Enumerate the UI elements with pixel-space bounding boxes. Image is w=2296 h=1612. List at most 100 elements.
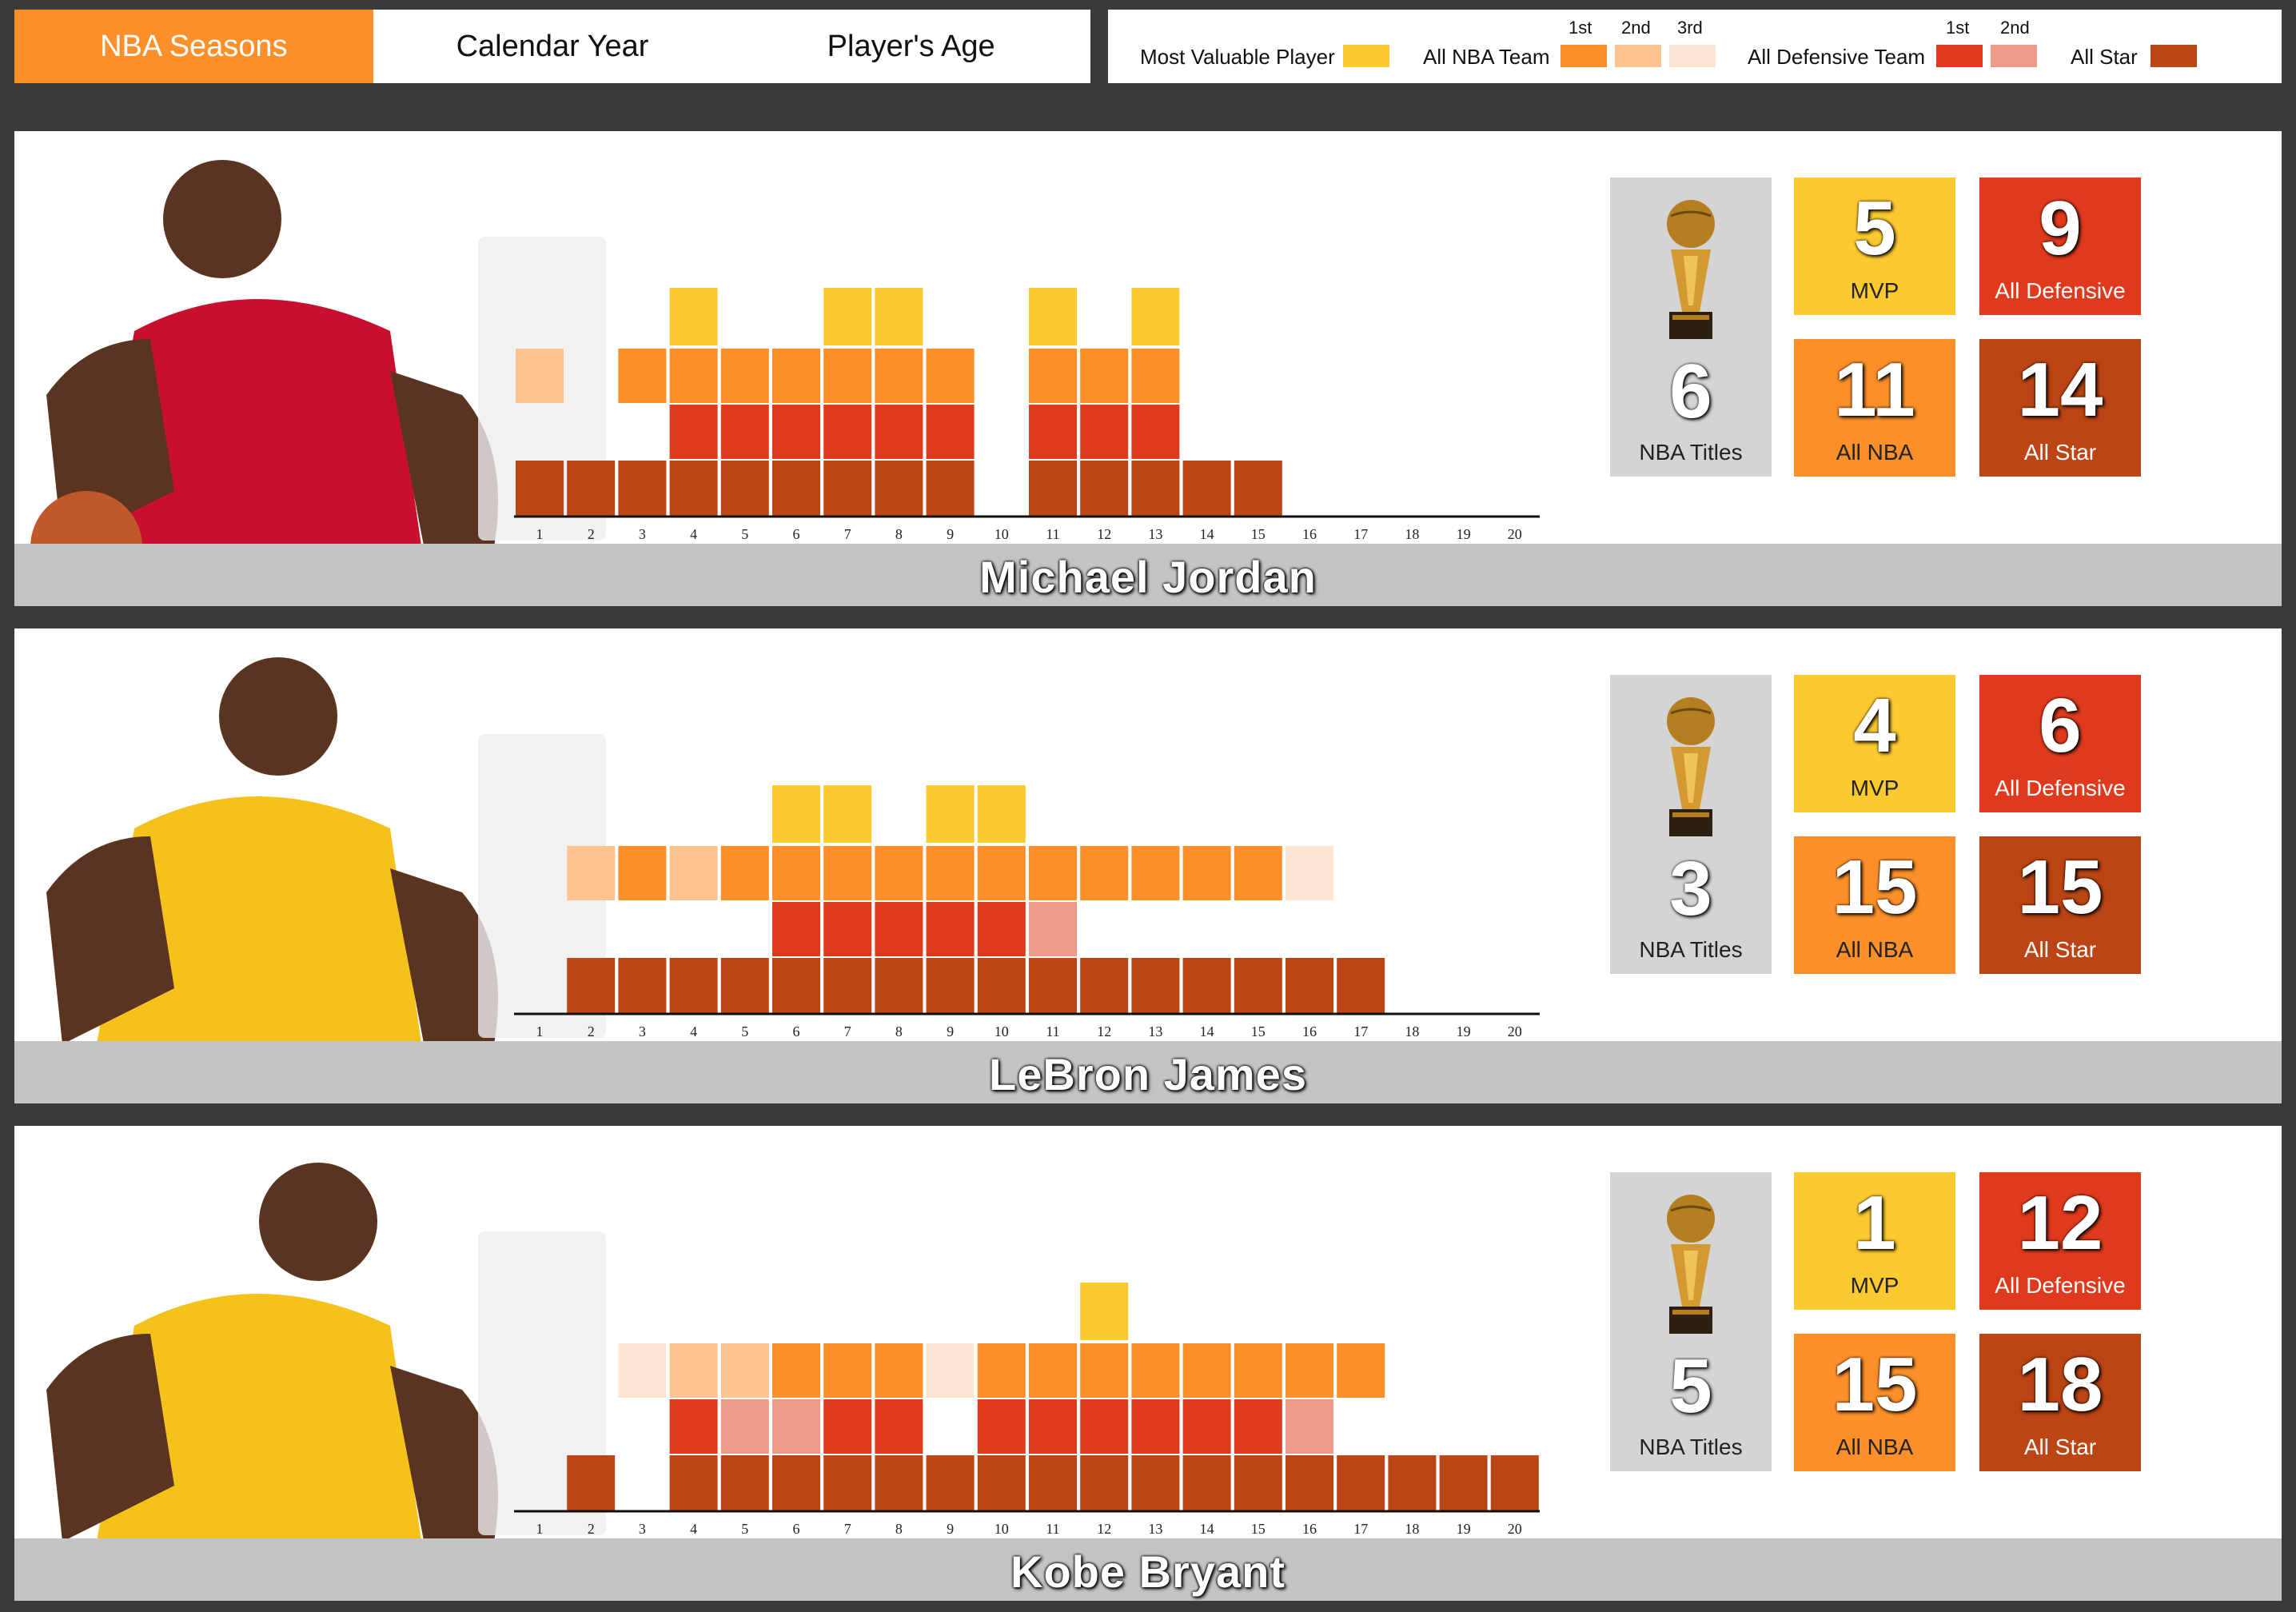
allstar-cell-season-14 bbox=[1182, 958, 1231, 1014]
all-nba-1st-cell-season-13 bbox=[1131, 349, 1180, 403]
all-defensive-1st-cell-season-7 bbox=[823, 405, 872, 459]
legend-allnba-2nd-swatch bbox=[1615, 45, 1661, 67]
allstar-cell-season-18 bbox=[1388, 1455, 1437, 1511]
all-nba-1st-cell-season-9 bbox=[926, 846, 975, 900]
season-tick-label: 12 bbox=[1097, 1521, 1111, 1537]
mvp-cell-season-7 bbox=[823, 288, 872, 345]
all-defensive-1st-cell-season-15 bbox=[1234, 1399, 1282, 1454]
all-defensive-1st-cell-season-13 bbox=[1131, 405, 1180, 459]
nba-titles-stat: 6 NBA Titles bbox=[1610, 178, 1772, 477]
all-star-stat-value: 15 bbox=[2017, 844, 2103, 930]
trophy-icon bbox=[1667, 697, 1715, 836]
allstar-cell-season-17 bbox=[1337, 958, 1385, 1014]
legend-allnba-1st: 1st bbox=[1569, 18, 1592, 38]
all-star-stat: 14 All Star bbox=[1979, 339, 2141, 477]
all-defensive-1st-cell-season-13 bbox=[1131, 1399, 1180, 1454]
all-defensive-stat-label: All Defensive bbox=[1995, 1273, 2126, 1298]
tab-players-age[interactable]: Player's Age bbox=[731, 10, 1090, 83]
mvp-stat-value: 1 bbox=[1853, 1180, 1896, 1266]
season-tick-label: 11 bbox=[1046, 526, 1059, 542]
legend-alldef-label: All Defensive Team bbox=[1748, 45, 1926, 69]
all-nba-1st-cell-season-5 bbox=[720, 846, 769, 900]
all-nba-1st-cell-season-12 bbox=[1080, 846, 1129, 900]
allstar-cell-season-12 bbox=[1080, 958, 1129, 1014]
season-tick-label: 12 bbox=[1097, 526, 1111, 542]
season-tick-label: 15 bbox=[1251, 1023, 1266, 1039]
season-tick-label: 7 bbox=[844, 1521, 851, 1537]
mvp-stat-label: MVP bbox=[1850, 776, 1899, 800]
all-defensive-1st-cell-season-9 bbox=[926, 902, 975, 956]
season-tick-label: 16 bbox=[1302, 1521, 1317, 1537]
season-tick-label: 9 bbox=[947, 526, 954, 542]
player-panel-lebron-james: 1 2 3 4 5 6 7 8 9 10 11 12 13 14 15 16 17 18 19 20 3 NBA Titl… bbox=[14, 628, 2282, 1103]
season-tick-label: 5 bbox=[741, 1521, 748, 1537]
season-tick-label: 1 bbox=[536, 1521, 544, 1537]
allstar-cell-season-15 bbox=[1234, 958, 1282, 1014]
allstar-cell-season-4 bbox=[669, 958, 718, 1014]
all-nba-1st-cell-season-15 bbox=[1234, 1343, 1282, 1398]
all-defensive-2nd-cell-season-11 bbox=[1029, 902, 1077, 956]
all-nba-1st-cell-season-8 bbox=[875, 1343, 923, 1398]
season-tick-label: 4 bbox=[690, 526, 697, 542]
tab-calendar-year[interactable]: Calendar Year bbox=[373, 10, 732, 83]
all-defensive-1st-cell-season-5 bbox=[720, 405, 769, 459]
allstar-cell-season-7 bbox=[823, 1455, 872, 1511]
mvp-stat: 1 MVP bbox=[1794, 1172, 1955, 1310]
all-defensive-1st-cell-season-9 bbox=[926, 405, 975, 459]
all-defensive-1st-cell-season-8 bbox=[875, 1399, 923, 1454]
all-nba-3rd-cell-season-16 bbox=[1286, 846, 1333, 900]
season-tick-label: 17 bbox=[1353, 1023, 1368, 1039]
trophy-icon bbox=[1667, 200, 1715, 339]
allstar-cell-season-9 bbox=[926, 1455, 975, 1511]
legend-alldef-2nd: 2nd bbox=[2000, 18, 2030, 38]
legend-mvp-swatch bbox=[1343, 45, 1389, 67]
season-tick-label: 3 bbox=[639, 526, 646, 542]
all-defensive-stat-label: All Defensive bbox=[1995, 776, 2126, 800]
season-tick-label: 6 bbox=[793, 1521, 800, 1537]
season-tick-label: 18 bbox=[1405, 526, 1419, 542]
allstar-cell-season-8 bbox=[875, 1455, 923, 1511]
mvp-cell-season-7 bbox=[823, 785, 872, 843]
mvp-cell-season-11 bbox=[1029, 288, 1077, 345]
season-tick-label: 1 bbox=[536, 526, 544, 542]
season-tick-label: 2 bbox=[588, 526, 595, 542]
season-tick-label: 13 bbox=[1148, 526, 1162, 542]
mvp-cell-season-9 bbox=[926, 785, 975, 843]
all-nba-2nd-cell-season-1 bbox=[516, 349, 564, 403]
all-defensive-stat: 9 All Defensive bbox=[1979, 178, 2141, 315]
allstar-cell-season-9 bbox=[926, 461, 975, 517]
season-awards-chart: 1 2 3 4 5 6 7 8 9 10 11 12 13 14 15 16 17 18 19 20 bbox=[509, 1283, 1540, 1601]
tab-nba-seasons[interactable]: NBA Seasons bbox=[14, 10, 373, 83]
all-nba-stat-label: All NBA bbox=[1836, 937, 1914, 962]
view-tabs: NBA Seasons Calendar Year Player's Age bbox=[14, 10, 1090, 83]
allstar-cell-season-20 bbox=[1490, 1455, 1539, 1511]
all-defensive-stat: 12 All Defensive bbox=[1979, 1172, 2141, 1310]
season-tick-label: 8 bbox=[895, 1521, 903, 1537]
season-tick-label: 18 bbox=[1405, 1521, 1419, 1537]
allstar-cell-season-2 bbox=[567, 461, 616, 517]
all-nba-3rd-cell-season-9 bbox=[926, 1343, 975, 1398]
nba-titles-stat-label: NBA Titles bbox=[1639, 937, 1743, 962]
allstar-cell-season-13 bbox=[1131, 461, 1180, 517]
season-tick-label: 13 bbox=[1148, 1521, 1162, 1537]
season-tick-label: 4 bbox=[690, 1023, 697, 1039]
allstar-cell-season-3 bbox=[618, 958, 667, 1014]
all-defensive-1st-cell-season-10 bbox=[977, 1399, 1026, 1454]
legend-allnba-3rd-swatch bbox=[1669, 45, 1716, 67]
all-nba-stat-label: All NBA bbox=[1836, 440, 1914, 465]
all-defensive-1st-cell-season-6 bbox=[772, 405, 820, 459]
season-tick-label: 4 bbox=[690, 1521, 697, 1537]
season-tick-label: 15 bbox=[1251, 1521, 1266, 1537]
allstar-cell-season-2 bbox=[567, 958, 616, 1014]
allstar-cell-season-9 bbox=[926, 958, 975, 1014]
allstar-cell-season-4 bbox=[669, 461, 718, 517]
all-nba-2nd-cell-season-5 bbox=[720, 1343, 769, 1398]
all-defensive-stat-value: 6 bbox=[2039, 683, 2082, 768]
season-tick-label: 13 bbox=[1148, 1023, 1162, 1039]
mvp-stat: 5 MVP bbox=[1794, 178, 1955, 315]
mvp-cell-season-13 bbox=[1131, 288, 1180, 345]
season-tick-label: 10 bbox=[995, 1023, 1009, 1039]
mvp-stat-label: MVP bbox=[1850, 1273, 1899, 1298]
trophy-icon bbox=[1667, 1195, 1715, 1334]
season-tick-label: 7 bbox=[844, 1023, 851, 1039]
